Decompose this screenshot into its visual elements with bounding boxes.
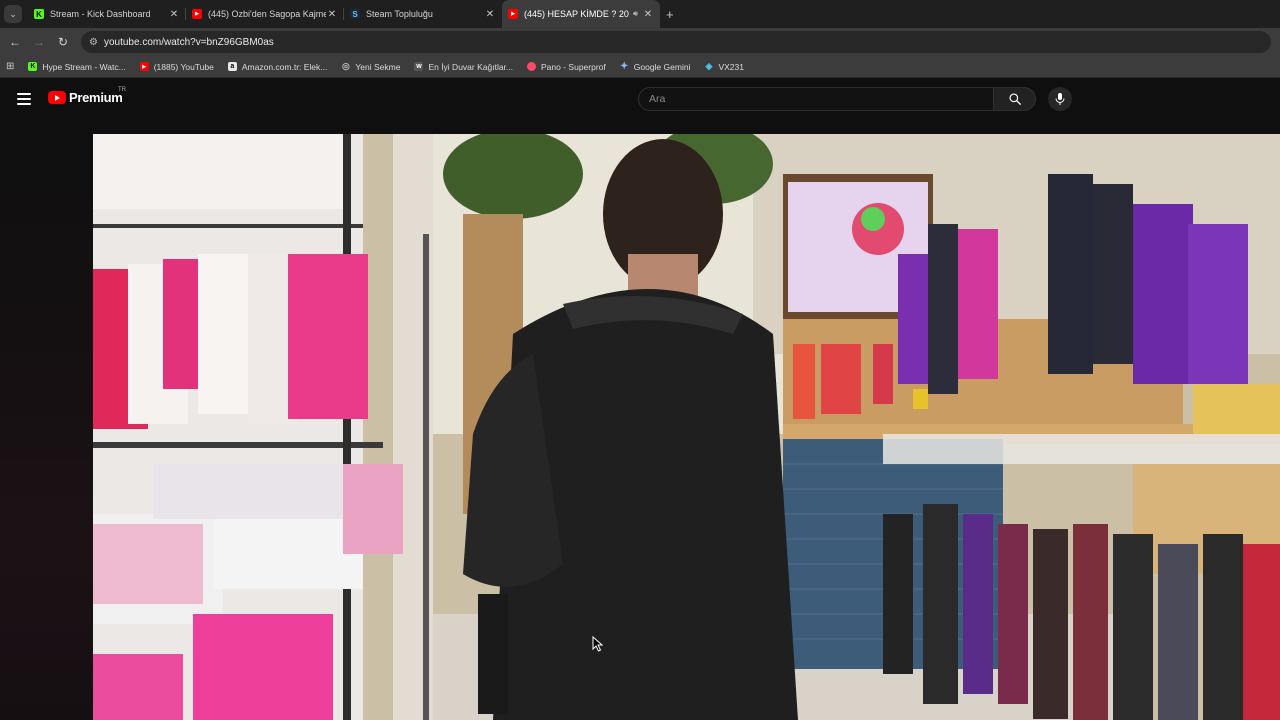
- site-info-icon[interactable]: ⚙︎: [89, 37, 98, 48]
- search-field[interactable]: [638, 87, 994, 111]
- bookmark-label: En İyi Duvar Kağıtlar...: [428, 61, 514, 72]
- youtube-icon: ▶: [508, 9, 518, 19]
- youtube-icon: ▶: [192, 9, 202, 19]
- logo-wordmark: Premium: [69, 90, 123, 105]
- ambient-mode-glow: [0, 134, 93, 720]
- microphone-icon: [1055, 93, 1065, 105]
- bookmark-gemini[interactable]: ✦ Google Gemini: [620, 61, 691, 72]
- tab-kick-dashboard[interactable]: K Stream - Kick Dashboard ✕: [28, 0, 186, 28]
- bookmark-label: (1885) YouTube: [153, 61, 214, 72]
- close-tab-icon[interactable]: ✕: [642, 9, 654, 20]
- tab-youtube-ozbi[interactable]: ▶ (445) Ozbi'den Sagopa Kajmer ✕: [186, 0, 344, 28]
- close-tab-icon[interactable]: ✕: [484, 9, 496, 20]
- bookmark-label: Amazon.com.tr: Elek...: [241, 61, 328, 72]
- forward-arrow-icon[interactable]: →: [27, 35, 51, 49]
- tab-title: Steam Topluluğu: [366, 9, 433, 19]
- tab-title: (445) HESAP KİMDE ? 200.0: [524, 9, 629, 19]
- close-tab-icon[interactable]: ✕: [168, 9, 180, 20]
- reload-icon[interactable]: ↻: [51, 35, 75, 49]
- search-button[interactable]: [994, 87, 1036, 111]
- tab-youtube-hesap-kimde[interactable]: ▶ (445) HESAP KİMDE ? 200.0 🔊︎ ✕: [502, 0, 660, 28]
- bookmark-amazon[interactable]: a Amazon.com.tr: Elek...: [227, 61, 328, 72]
- youtube-premium-logo[interactable]: Premium TR: [48, 87, 126, 105]
- browser-toolbar: ← → ↻ ⚙︎ youtube.com/watch?v=bnZ96GBM0as: [0, 28, 1280, 56]
- search-input[interactable]: [649, 93, 993, 105]
- youtube-header: Premium TR: [0, 78, 1280, 134]
- bookmark-yeni-sekme[interactable]: ◎ Yeni Sekme: [341, 61, 401, 72]
- apps-grid-icon[interactable]: ⊞: [6, 61, 14, 72]
- youtube-play-icon: [48, 91, 66, 104]
- superprof-icon: [527, 62, 537, 71]
- back-arrow-icon[interactable]: ←: [3, 35, 27, 49]
- globe-icon: ◎: [341, 61, 350, 71]
- wallhaven-icon: w: [414, 62, 424, 71]
- bookmark-vx231[interactable]: ◈ VX231: [704, 61, 744, 72]
- bookmark-label: Pano - Superprof: [541, 61, 606, 72]
- hamburger-menu-icon[interactable]: [17, 93, 31, 105]
- close-tab-icon[interactable]: ✕: [326, 9, 338, 20]
- steam-icon: S: [350, 9, 360, 19]
- search-icon: [1008, 93, 1021, 105]
- bookmark-label: Hype Stream - Watc...: [42, 61, 126, 72]
- kick-icon: K: [28, 62, 38, 71]
- video-player[interactable]: [93, 134, 1280, 720]
- bookmark-label: VX231: [718, 61, 744, 72]
- tab-steam-community[interactable]: S Steam Topluluğu ✕: [344, 0, 502, 28]
- address-bar[interactable]: ⚙︎ youtube.com/watch?v=bnZ96GBM0as: [81, 31, 1271, 53]
- new-tab-button[interactable]: +: [666, 7, 674, 22]
- tab-title: Stream - Kick Dashboard: [50, 9, 151, 19]
- video-frame: [93, 134, 1280, 720]
- speaker-icon[interactable]: 🔊︎: [633, 9, 638, 19]
- mouse-cursor-icon: [592, 636, 604, 652]
- gemini-icon: ✦: [620, 61, 629, 72]
- bookmark-wallpapers[interactable]: w En İyi Duvar Kağıtlar...: [414, 62, 513, 72]
- bookmark-superprof[interactable]: Pano - Superprof: [527, 62, 606, 72]
- vx-icon: ◈: [705, 61, 713, 71]
- amazon-icon: a: [227, 62, 237, 71]
- voice-search-button[interactable]: [1048, 87, 1072, 111]
- bookmarks-bar: ⊞ K Hype Stream - Watc... ▶ (1885) YouTu…: [0, 56, 1280, 78]
- bookmark-label: Google Gemini: [633, 61, 691, 72]
- kick-icon: K: [34, 9, 44, 19]
- tab-strip: ⌄ K Stream - Kick Dashboard ✕ ▶ (445) Oz…: [0, 0, 1280, 28]
- bookmark-youtube[interactable]: ▶ (1885) YouTube: [139, 61, 214, 72]
- bookmark-hype-stream[interactable]: K Hype Stream - Watc...: [28, 61, 126, 72]
- bookmark-label: Yeni Sekme: [355, 61, 401, 72]
- tab-search-chevron-icon[interactable]: ⌄: [4, 5, 22, 23]
- url-text: youtube.com/watch?v=bnZ96GBM0as: [103, 36, 274, 48]
- country-code: TR: [118, 87, 126, 93]
- tab-title: (445) Ozbi'den Sagopa Kajmer: [208, 9, 326, 19]
- youtube-icon: ▶: [139, 62, 149, 71]
